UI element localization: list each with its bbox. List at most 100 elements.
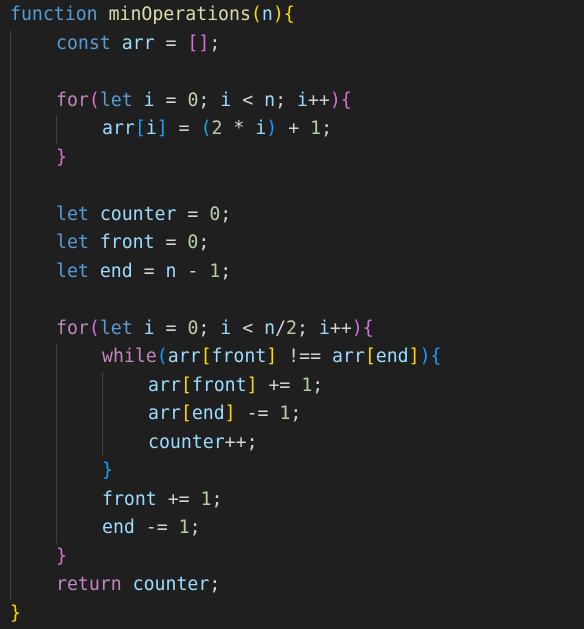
code-token: 0 (187, 317, 199, 339)
code-token: < (231, 89, 265, 111)
code-line[interactable]: while(arr[front] !== arr[end]){ (102, 343, 442, 371)
code-token: ] (246, 374, 258, 396)
code-token: while (102, 346, 157, 367)
code-token: 1 (310, 118, 322, 139)
code-line[interactable]: const arr = []; (56, 30, 220, 58)
code-line[interactable]: let end = n - 1; (56, 258, 231, 286)
code-token: / (275, 317, 287, 339)
code-token: ( (88, 317, 100, 339)
code-token: = (154, 89, 188, 111)
code-line[interactable]: } (56, 144, 67, 172)
code-line[interactable]: } (10, 600, 21, 628)
code-token: i (143, 89, 155, 111)
code-token: i (145, 118, 157, 139)
code-token: ; (296, 317, 319, 339)
code-token: ; (246, 431, 258, 453)
code-line[interactable]: for(let i = 0; i < n; i++){ (56, 87, 352, 115)
code-token: i (255, 118, 267, 139)
code-editor[interactable]: function minOperations(n){const arr = []… (0, 0, 584, 629)
indent-guide (56, 115, 57, 144)
code-line[interactable]: arr[i] = (2 * i) + 1; (102, 115, 332, 143)
code-token: ( (200, 118, 212, 139)
code-token: arr (167, 346, 201, 367)
code-token: minOperations (108, 4, 251, 25)
code-token: front (191, 374, 247, 396)
code-token: arr (331, 346, 365, 367)
code-token: 2 (211, 118, 223, 139)
code-token: let (56, 260, 89, 282)
code-token: [ (200, 346, 212, 367)
code-line[interactable]: counter++; (148, 429, 258, 457)
code-token: const (56, 32, 111, 54)
code-line[interactable]: } (56, 543, 67, 571)
code-token: ++ (307, 89, 330, 111)
code-token: arr (148, 374, 181, 396)
code-token: arr (148, 403, 181, 424)
code-line[interactable]: } (102, 457, 113, 485)
indent-guide (102, 371, 103, 457)
code-token: [ (134, 118, 146, 139)
code-line[interactable]: front += 1; (102, 486, 222, 514)
code-line[interactable]: end -= 1; (102, 514, 201, 542)
code-token: ; (211, 488, 223, 510)
code-token: end (99, 260, 133, 282)
code-token: } (56, 146, 67, 168)
code-token: ; (220, 203, 232, 225)
code-line[interactable]: let front = 0; (56, 229, 209, 257)
code-token: ) (351, 317, 363, 339)
code-token: 1 (178, 517, 190, 538)
code-token: ) (266, 118, 278, 139)
code-line[interactable]: for(let i = 0; i < n/2; i++){ (56, 315, 374, 343)
code-token: += (156, 488, 201, 510)
code-token: } (102, 460, 113, 481)
code-token: arr (102, 118, 135, 139)
code-token: i (318, 317, 330, 339)
code-token: ; (189, 517, 201, 538)
code-token: = (154, 32, 188, 54)
code-line[interactable]: arr[front] += 1; (148, 372, 323, 400)
code-token: [ (364, 346, 376, 367)
code-token: ; (198, 232, 210, 253)
code-token: ( (250, 4, 262, 25)
code-token: * (222, 118, 256, 139)
code-token: ++ (224, 431, 247, 453)
code-token: end (375, 346, 409, 367)
code-token: += (257, 374, 302, 396)
code-token: ; (198, 89, 221, 111)
code-token: n (165, 260, 177, 282)
code-token: { (362, 317, 374, 339)
code-token: arr (121, 32, 155, 54)
code-token: ] (156, 118, 168, 139)
code-token: counter (148, 431, 225, 453)
code-line[interactable]: let counter = 0; (56, 201, 231, 229)
code-token: 1 (200, 488, 212, 510)
code-token: - (176, 260, 210, 282)
code-token: front (102, 488, 157, 510)
code-token: 2 (286, 317, 297, 339)
code-token: ; (275, 89, 297, 111)
code-token: } (10, 602, 21, 624)
code-token: [ (187, 32, 199, 54)
code-token: { (340, 89, 352, 111)
code-token: 1 (209, 260, 221, 282)
code-token: let (56, 203, 89, 225)
code-line[interactable]: arr[end] -= 1; (148, 400, 301, 428)
indent-guide (10, 29, 11, 600)
code-token: { (430, 346, 442, 367)
code-token: -= (134, 517, 179, 538)
code-token: + (277, 118, 311, 139)
code-token: ++ (329, 317, 352, 339)
code-token: ; (312, 374, 324, 396)
code-line[interactable]: function minOperations(n){ (10, 1, 295, 29)
code-token: ) (272, 4, 284, 25)
code-token: function (10, 4, 98, 25)
code-token: n (264, 89, 276, 111)
code-token: { (283, 4, 295, 25)
code-token: [ (180, 374, 192, 396)
code-line[interactable]: return counter; (56, 571, 220, 599)
code-token: ; (290, 403, 302, 424)
